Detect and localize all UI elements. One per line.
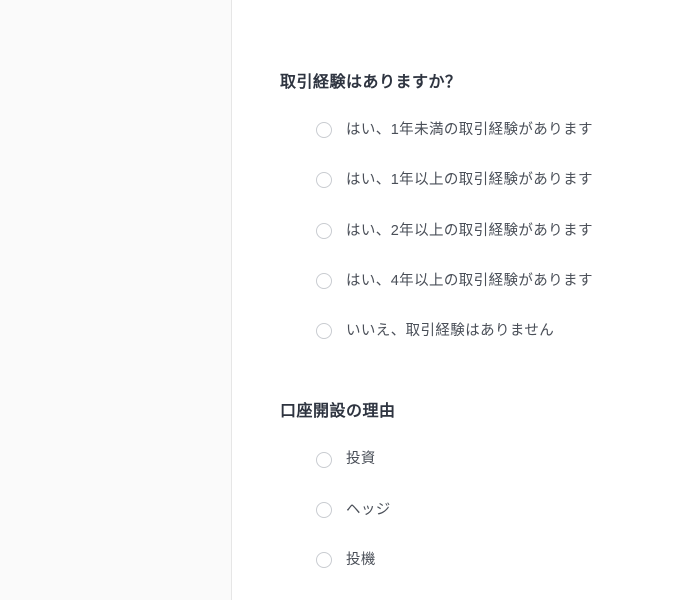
- option-label: いいえ、取引経験はありません: [346, 321, 554, 341]
- option-label: ヘッジ: [346, 500, 391, 520]
- main-content: 取引経験はありますか？ はい、1年未満の取引経験があります はい、1年以上の取引…: [232, 0, 680, 600]
- radio-icon: [316, 223, 332, 239]
- radio-icon: [316, 452, 332, 468]
- option-hedge[interactable]: ヘッジ: [316, 500, 632, 520]
- question-heading: 口座開設の理由: [280, 397, 632, 421]
- radio-icon: [316, 323, 332, 339]
- option-investment[interactable]: 投資: [316, 449, 632, 469]
- radio-icon: [316, 502, 332, 518]
- option-no-experience[interactable]: いいえ、取引経験はありません: [316, 321, 632, 341]
- option-label: 投資: [346, 449, 376, 469]
- sidebar: [0, 0, 232, 600]
- radio-icon: [316, 172, 332, 188]
- question-trading-experience: 取引経験はありますか？ はい、1年未満の取引経験があります はい、1年以上の取引…: [280, 68, 632, 341]
- radio-icon: [316, 122, 332, 138]
- option-more-than-2-years[interactable]: はい、2年以上の取引経験があります: [316, 221, 632, 241]
- options-list: 投資 ヘッジ 投機: [280, 449, 632, 570]
- option-label: はい、4年以上の取引経験があります: [346, 271, 593, 291]
- option-more-than-1-year[interactable]: はい、1年以上の取引経験があります: [316, 170, 632, 190]
- option-label: はい、1年以上の取引経験があります: [346, 170, 593, 190]
- options-list: はい、1年未満の取引経験があります はい、1年以上の取引経験があります はい、2…: [280, 120, 632, 341]
- option-label: はい、2年以上の取引経験があります: [346, 221, 593, 241]
- radio-icon: [316, 273, 332, 289]
- option-less-than-1-year[interactable]: はい、1年未満の取引経験があります: [316, 120, 632, 140]
- option-label: 投機: [346, 550, 376, 570]
- question-account-reason: 口座開設の理由 投資 ヘッジ 投機: [280, 397, 632, 570]
- question-heading: 取引経験はありますか？: [280, 68, 632, 92]
- radio-icon: [316, 552, 332, 568]
- option-speculation[interactable]: 投機: [316, 550, 632, 570]
- option-label: はい、1年未満の取引経験があります: [346, 120, 593, 140]
- option-more-than-4-years[interactable]: はい、4年以上の取引経験があります: [316, 271, 632, 291]
